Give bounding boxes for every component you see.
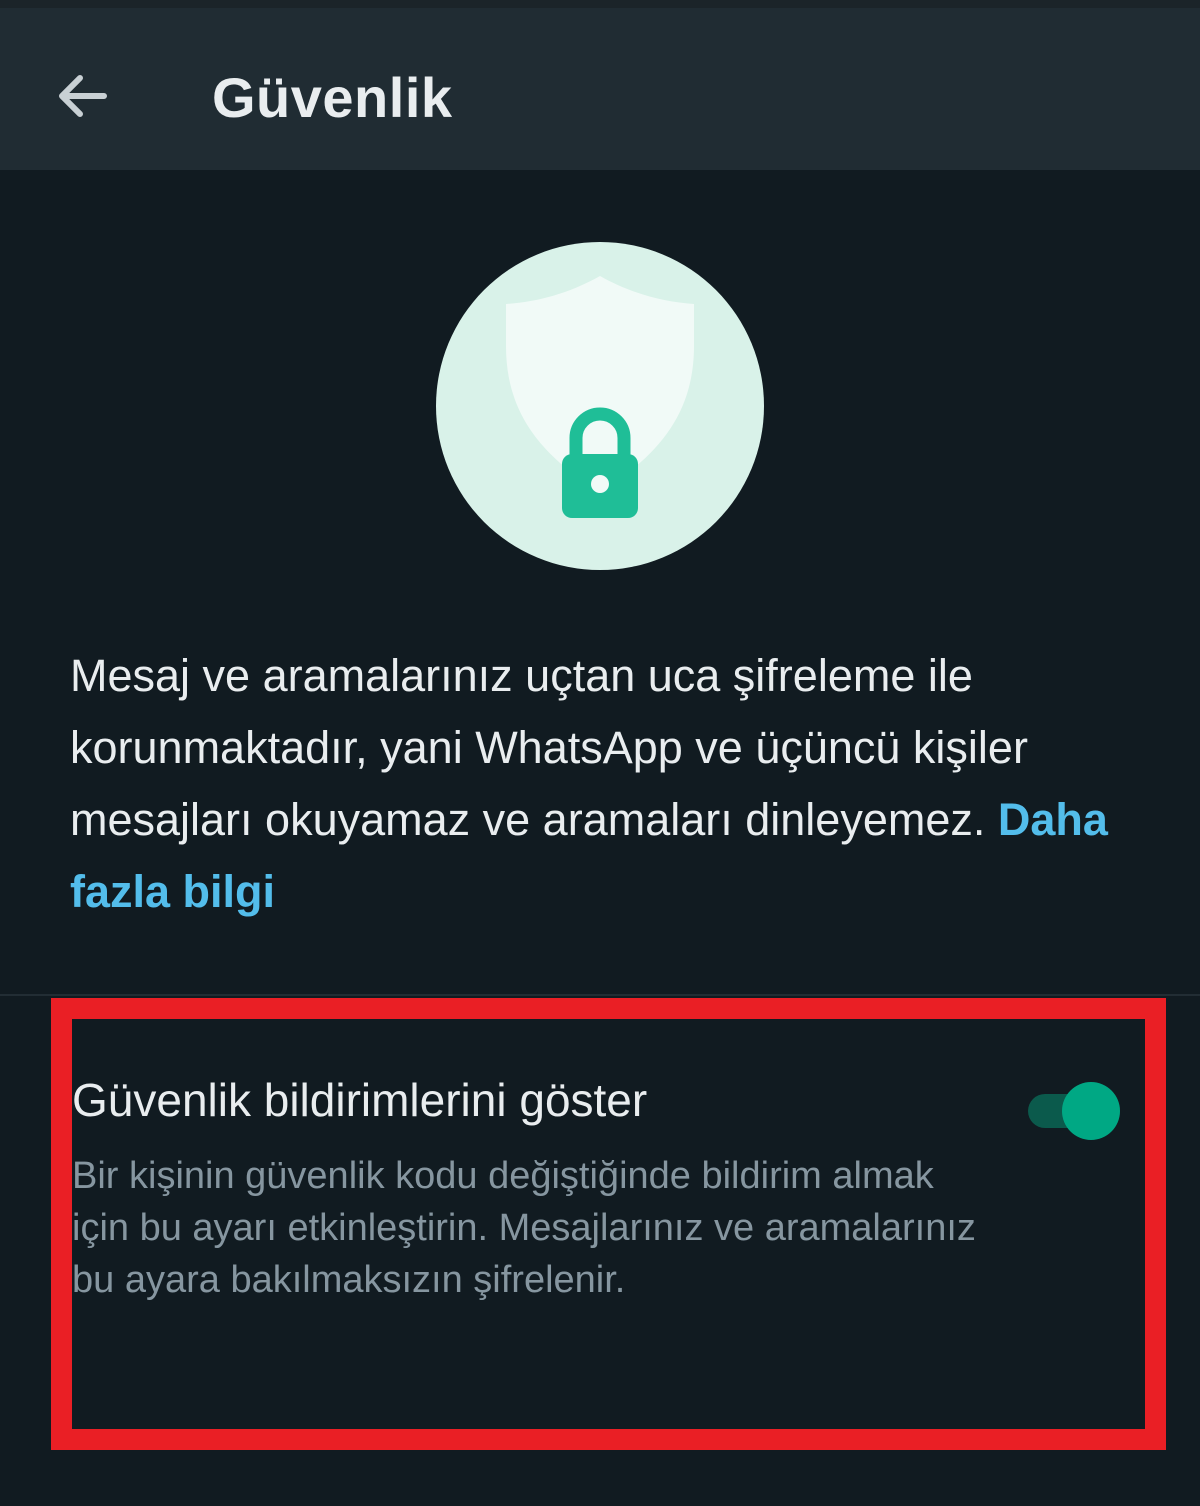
page-title: Güvenlik <box>212 66 453 129</box>
top-app-bar: Güvenlik <box>0 0 1200 170</box>
highlight-annotation <box>51 998 1166 1450</box>
section-divider <box>0 994 1200 996</box>
encryption-info: Mesaj ve aramalarınız uçtan uca şifrelem… <box>70 640 1130 928</box>
encryption-info-text: Mesaj ve aramalarınız uçtan uca şifrelem… <box>70 650 1028 845</box>
shield-lock-icon <box>506 276 694 518</box>
arrow-left-icon <box>59 75 107 117</box>
back-button[interactable] <box>42 56 122 136</box>
security-content: Mesaj ve aramalarınız uçtan uca şifrelem… <box>0 170 1200 1506</box>
security-illustration <box>436 242 764 570</box>
